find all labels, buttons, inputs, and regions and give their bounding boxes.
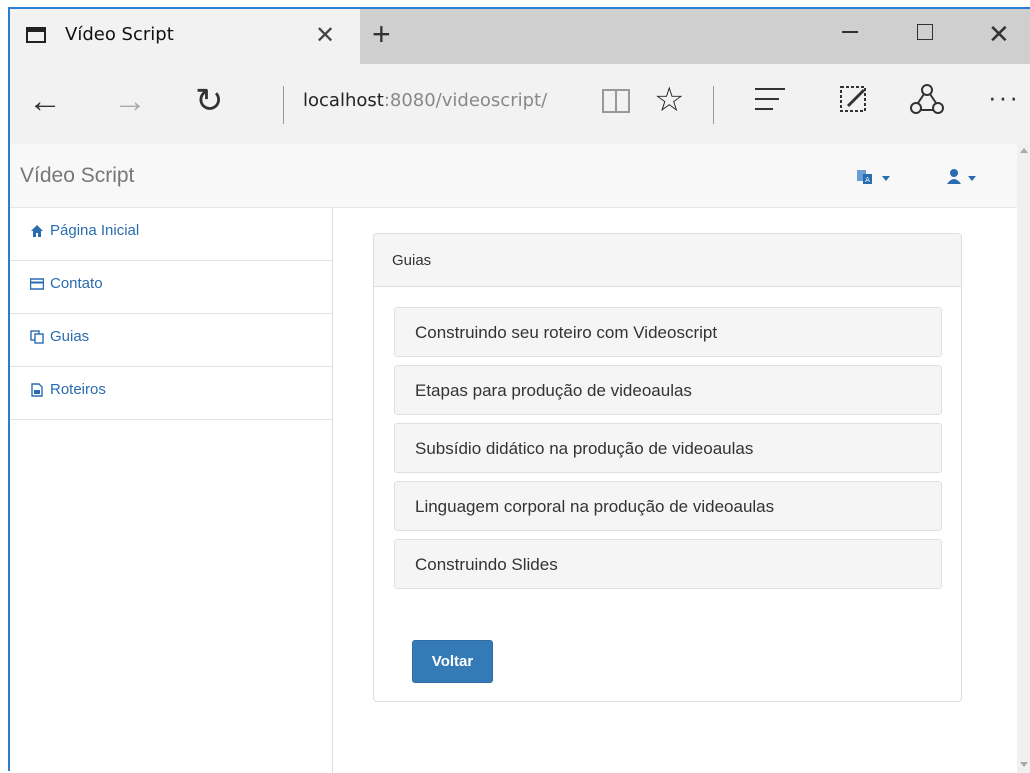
new-tab-icon[interactable]: +	[372, 16, 391, 53]
favorite-star-icon[interactable]: ☆	[654, 80, 684, 120]
list-item[interactable]: Etapas para produção de videoaulas	[394, 365, 942, 415]
copy-icon	[30, 330, 44, 344]
app-navbar: Vídeo Script A	[10, 144, 1017, 208]
address-bar-row: ← → ↻ localhost:8080/videoscript/ ☆ ···	[10, 64, 1030, 144]
user-dropdown[interactable]	[944, 168, 988, 188]
more-options-icon[interactable]: ···	[988, 82, 1020, 113]
back-arrow-icon[interactable]: ←	[28, 84, 62, 118]
url-host: localhost	[303, 90, 384, 111]
list-item[interactable]: Linguagem corporal na produção de videoa…	[394, 481, 942, 531]
minimize-icon[interactable]	[842, 31, 858, 33]
sidebar-item-label: Página Inicial	[50, 222, 140, 239]
toolbar-divider	[283, 86, 284, 124]
sidebar-item-roteiros[interactable]: Roteiros	[10, 367, 332, 420]
vertical-scrollbar[interactable]	[1017, 144, 1030, 773]
guides-panel: Guias Construindo seu roteiro com Videos…	[373, 233, 962, 702]
user-icon	[947, 169, 961, 184]
translate-icon: A	[857, 170, 872, 184]
tab-page-icon	[26, 27, 46, 43]
sidebar-item-label: Contato	[50, 275, 103, 292]
sidebar-item-pagina-inicial[interactable]: Página Inicial	[10, 208, 332, 261]
sidebar-item-contato[interactable]: Contato	[10, 261, 332, 314]
window-close-icon[interactable]: ✕	[988, 19, 1010, 50]
svg-text:A: A	[865, 176, 870, 184]
url-path: :8080/videoscript/	[383, 90, 548, 111]
home-icon	[31, 225, 43, 237]
file-icon	[31, 383, 43, 397]
toolbar-divider	[713, 86, 714, 124]
refresh-icon[interactable]: ↻	[195, 84, 224, 118]
sidebar-item-label: Guias	[50, 328, 90, 345]
cropped-caption	[0, 0, 1030, 7]
brand-title[interactable]: Vídeo Script	[20, 164, 134, 188]
panel-heading: Guias	[374, 234, 961, 287]
guide-list: Construindo seu roteiro com Videoscript …	[394, 307, 942, 597]
share-icon[interactable]	[910, 82, 944, 118]
card-icon	[30, 278, 44, 290]
sidebar-item-label: Roteiros	[50, 381, 106, 398]
maximize-icon[interactable]	[917, 24, 933, 40]
sidebar: Página Inicial Contato Guias Roteiros	[10, 208, 333, 773]
chevron-down-icon	[882, 176, 890, 181]
browser-window: Vídeo Script ✕ + ✕ ← → ↻ localhost:8080/…	[8, 7, 1030, 773]
address-field[interactable]: localhost:8080/videoscript/	[303, 90, 547, 111]
scroll-up-icon[interactable]	[1020, 148, 1028, 153]
forward-arrow-icon[interactable]: →	[113, 84, 147, 118]
tab-strip: Vídeo Script ✕ + ✕	[10, 9, 1030, 64]
back-button[interactable]: Voltar	[412, 640, 493, 683]
tab-title: Vídeo Script	[65, 24, 174, 45]
reading-view-icon[interactable]	[601, 86, 631, 116]
hub-menu-icon[interactable]	[755, 88, 785, 118]
tab-close-icon[interactable]: ✕	[315, 21, 335, 50]
list-item[interactable]: Subsídio didático na produção de videoau…	[394, 423, 942, 473]
list-item[interactable]: Construindo seu roteiro com Videoscript	[394, 307, 942, 357]
sidebar-item-guias[interactable]: Guias	[10, 314, 332, 367]
scroll-down-icon[interactable]	[1020, 762, 1028, 767]
list-item[interactable]: Construindo Slides	[394, 539, 942, 589]
browser-tab[interactable]: Vídeo Script ✕	[10, 9, 360, 64]
language-dropdown[interactable]: A	[856, 168, 902, 188]
chevron-down-icon	[968, 176, 976, 181]
web-note-icon[interactable]	[838, 84, 870, 116]
